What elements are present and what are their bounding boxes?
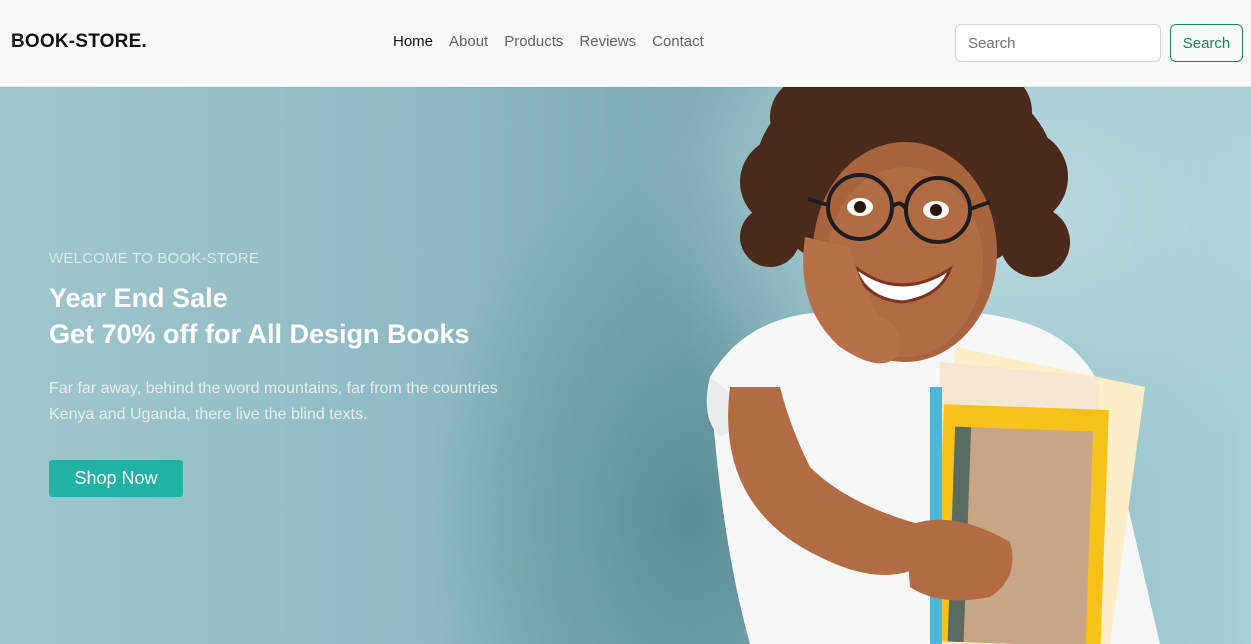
hero-title: Year End Sale Get 70% off for All Design… — [49, 280, 609, 352]
hero-description-line2: Kenya and Uganda, there live the blind t… — [49, 406, 368, 423]
search-input[interactable] — [955, 24, 1161, 62]
hero-banner: WELCOME TO BOOK-STORE Year End Sale Get … — [0, 87, 1251, 644]
hero-person-image — [706, 87, 1160, 644]
search-button[interactable]: Search — [1170, 24, 1243, 62]
hero-description-line1: Far far away, behind the word mountains,… — [49, 380, 498, 397]
nav-link-products[interactable]: Products — [496, 33, 571, 50]
navbar: BOOK-STORE. Home About Products Reviews … — [0, 0, 1251, 87]
brand-logo[interactable]: BOOK-STORE. — [11, 31, 147, 53]
nav-link-reviews[interactable]: Reviews — [571, 33, 644, 50]
hero-subtitle: WELCOME TO BOOK-STORE — [49, 250, 260, 267]
hero-description: Far far away, behind the word mountains,… — [49, 376, 559, 428]
nav-link-about[interactable]: About — [441, 33, 496, 50]
nav-links: Home About Products Reviews Contact — [385, 33, 712, 50]
hero-title-line2: Get 70% off for All Design Books — [49, 319, 470, 349]
hero-text: WELCOME TO BOOK-STORE Year End Sale Get … — [49, 250, 609, 497]
nav-link-contact[interactable]: Contact — [644, 33, 712, 50]
hero-title-line1: Year End Sale — [49, 283, 228, 313]
nav-link-home[interactable]: Home — [385, 33, 441, 50]
shop-now-button[interactable]: Shop Now — [49, 460, 183, 497]
search-form: Search — [955, 24, 1243, 62]
